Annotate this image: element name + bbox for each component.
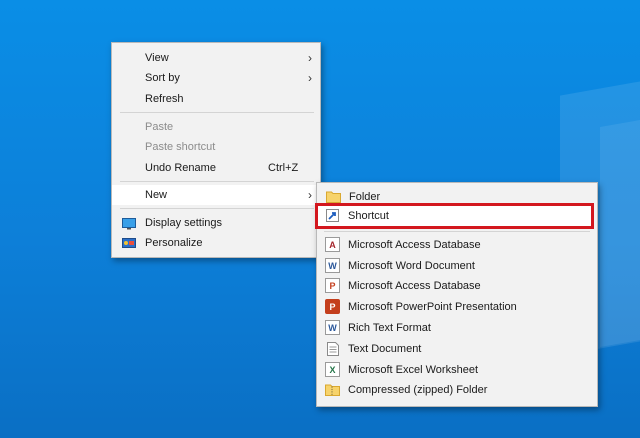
menu-item-sort-by[interactable]: Sort by ›	[112, 68, 320, 88]
menu-item-view[interactable]: View ›	[112, 48, 320, 68]
menu-item-personalize[interactable]: Personalize	[112, 233, 320, 253]
access-icon: A	[325, 237, 340, 252]
chevron-right-icon: ›	[308, 71, 312, 85]
word-icon: W	[325, 258, 340, 273]
submenu-item-access-database[interactable]: A Microsoft Access Database	[316, 235, 596, 255]
display-icon	[121, 216, 136, 231]
chevron-right-icon: ›	[308, 188, 312, 202]
desktop-context-menu: View › Sort by › Refresh Paste Paste sho…	[111, 42, 321, 258]
new-submenu-content: Shortcut A Microsoft Access Database W M…	[316, 182, 596, 405]
personalize-icon	[121, 236, 136, 251]
wallpaper-light-beam	[600, 112, 640, 348]
menu-item-new[interactable]: New ›	[112, 185, 320, 205]
shortcut-hint: Ctrl+Z	[268, 162, 299, 174]
menu-separator	[120, 112, 314, 113]
zip-folder-icon	[325, 382, 340, 397]
submenu-item-compressed-folder[interactable]: Compressed (zipped) Folder	[316, 380, 596, 400]
submenu-item-text-document[interactable]: Text Document	[316, 339, 596, 359]
chevron-right-icon: ›	[308, 51, 312, 65]
menu-item-display-settings[interactable]: Display settings	[112, 213, 320, 233]
access-icon: P	[325, 278, 340, 293]
submenu-item-excel-worksheet[interactable]: X Microsoft Excel Worksheet	[316, 360, 596, 380]
powerpoint-icon: P	[325, 299, 340, 314]
shortcut-icon	[325, 208, 340, 223]
submenu-item-word-document[interactable]: W Microsoft Word Document	[316, 256, 596, 276]
submenu-item-shortcut[interactable]: Shortcut	[316, 206, 596, 226]
submenu-item-rich-text-format[interactable]: W Rich Text Format	[316, 318, 596, 338]
menu-separator	[120, 208, 314, 209]
menu-item-paste-shortcut: Paste shortcut	[145, 141, 216, 153]
excel-icon: X	[325, 362, 340, 377]
menu-separator	[324, 231, 590, 232]
submenu-item-powerpoint-presentation[interactable]: P Microsoft PowerPoint Presentation	[316, 297, 596, 317]
submenu-item-access-database[interactable]: P Microsoft Access Database	[316, 276, 596, 296]
rtf-icon: W	[325, 320, 340, 335]
menu-item-refresh[interactable]: Refresh	[112, 89, 320, 109]
menu-separator	[120, 181, 314, 182]
text-document-icon	[325, 341, 340, 356]
menu-item-paste: Paste	[145, 121, 174, 133]
menu-item-undo-rename[interactable]: Undo Rename Ctrl+Z	[112, 158, 320, 178]
